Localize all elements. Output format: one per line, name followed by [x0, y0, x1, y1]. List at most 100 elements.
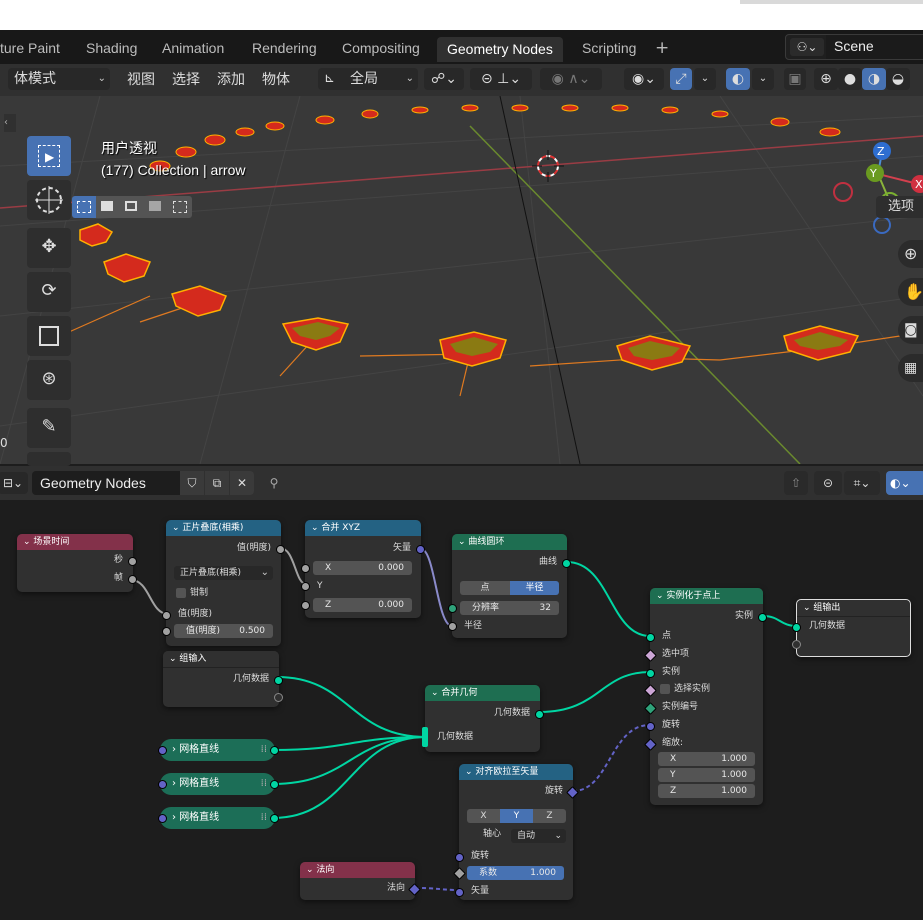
socket-float[interactable] — [128, 557, 137, 566]
socket-empty[interactable] — [274, 693, 283, 702]
toolbar-collapse[interactable]: ‹ — [4, 114, 16, 132]
select-intersect-button[interactable] — [168, 196, 192, 218]
snap-toggle[interactable]: ⊝ ⊥⌄ — [470, 68, 532, 90]
tab-rendering[interactable]: Rendering — [252, 38, 317, 62]
node-align-euler-to-vector[interactable]: ⌄ 对齐欧拉至矢量 旋转 X Y Z 轴心 自动 ⌄ 旋转 系数 1.000 矢量 — [453, 764, 579, 900]
clamp-checkbox[interactable] — [176, 588, 186, 598]
scale-x-field[interactable]: X 1.000 — [658, 752, 755, 766]
axis-z-button[interactable]: Z — [533, 809, 566, 823]
socket-int[interactable] — [448, 604, 457, 613]
tab-texture-paint[interactable]: ture Paint — [0, 38, 60, 62]
node-group-input[interactable]: ⌄ 组输入 几何数据 — [163, 651, 283, 707]
shading-solid[interactable]: ● — [838, 68, 862, 90]
tool-cursor[interactable] — [27, 180, 71, 220]
tab-geometry-nodes[interactable]: Geometry Nodes — [437, 37, 563, 62]
socket-multi-input[interactable] — [422, 727, 428, 747]
select-subtract-button[interactable] — [120, 196, 144, 218]
socket-geometry[interactable] — [274, 676, 283, 685]
pan-hand-icon[interactable]: ✋ — [898, 278, 923, 306]
node-editor-canvas[interactable]: ⌄ 场景时间 秒 帧 ⌄ 正片叠底(相乘) 值(明度) 正片叠底(相乘) ⌄ 钳制… — [0, 500, 923, 920]
camera-icon[interactable]: ◙ — [898, 316, 923, 344]
node-tree-name[interactable]: Geometry Nodes — [32, 471, 180, 495]
node-join-geometry[interactable]: ⌄ 合并几何 几何数据 几何数据 — [422, 685, 544, 752]
socket-float[interactable] — [448, 622, 457, 631]
tool-rotate[interactable]: ⟳ — [27, 272, 71, 312]
close-icon[interactable]: ✕ — [230, 471, 254, 495]
overlay-toggle[interactable]: ◐ — [726, 68, 750, 90]
scene-icon[interactable]: ⚇⌄ — [790, 38, 824, 56]
socket-vector[interactable] — [455, 853, 464, 862]
axis-x-button[interactable]: X — [467, 809, 500, 823]
duplicate-icon[interactable]: ⧉ — [205, 471, 229, 495]
x-field[interactable]: X 0.000 — [313, 561, 412, 575]
socket-vector[interactable] — [158, 814, 167, 823]
socket-vector[interactable] — [646, 722, 655, 731]
socket-geometry[interactable] — [646, 633, 655, 642]
gizmo-toggle[interactable]: ⤢ — [670, 68, 692, 90]
options-button[interactable]: 选项 — [876, 196, 923, 218]
menu-view[interactable]: 视图 — [127, 69, 155, 91]
axis-y-button[interactable]: Y — [500, 809, 533, 823]
mode-dropdown[interactable]: 体模式 ⌄ — [8, 68, 110, 90]
gizmo-dropdown[interactable]: ⌄ — [694, 68, 716, 90]
grid-view-icon[interactable]: ▦ — [898, 354, 923, 382]
menu-object[interactable]: 物体 — [262, 69, 290, 91]
pivot-dropdown[interactable]: 自动 ⌄ — [511, 829, 566, 843]
add-workspace-button[interactable]: + — [655, 38, 669, 58]
socket-float[interactable] — [162, 611, 171, 620]
socket-geometry[interactable] — [270, 814, 279, 823]
editor-type-dropdown[interactable]: ⊟⌄ — [0, 472, 28, 494]
visibility-dropdown[interactable]: ◉⌄ — [624, 68, 664, 90]
operation-dropdown[interactable]: 正片叠底(相乘) ⌄ — [174, 566, 273, 580]
overlay-dropdown[interactable]: ⌄ — [752, 68, 774, 90]
node-instance-on-points[interactable]: ⌄ 实例化于点上 实例 点 选中项 实例 选择实例 实例编号 旋转 缩放: X1… — [644, 588, 767, 805]
node-grid-line-1[interactable]: › 网格直线 ⁞⁞ — [160, 739, 275, 761]
socket-geometry[interactable] — [562, 559, 571, 568]
socket-float[interactable] — [301, 564, 310, 573]
menu-add[interactable]: 添加 — [217, 69, 245, 91]
node-grid-line-2[interactable]: › 网格直线 ⁞⁞ — [160, 773, 275, 795]
socket-float[interactable] — [301, 582, 310, 591]
xray-toggle[interactable]: ▣ — [784, 68, 806, 90]
zoom-icon[interactable]: ⊕ — [898, 240, 923, 268]
shading-material[interactable]: ◑ — [862, 68, 886, 90]
socket-float[interactable] — [276, 545, 285, 554]
tab-scripting[interactable]: Scripting — [582, 38, 636, 62]
overlay-toggle[interactable]: ◐⌄ — [886, 471, 923, 495]
shading-rendered[interactable]: ◒ — [886, 68, 910, 90]
select-extend-button[interactable] — [96, 196, 120, 218]
3d-viewport[interactable]: Z Y X ‹ 0 用户透视 (177) Collection | arrow … — [0, 96, 923, 464]
tool-move[interactable]: ✥ — [27, 228, 71, 268]
z-field[interactable]: Z 0.000 — [313, 598, 412, 612]
tool-annotate[interactable]: ✎ — [27, 408, 71, 448]
value-field[interactable]: 值(明度) 0.500 — [174, 624, 273, 638]
select-invert-button[interactable] — [144, 196, 168, 218]
node-combine-xyz[interactable]: ⌄ 合并 XYZ 矢量 X 0.000 Y Z 0.000 — [301, 520, 425, 618]
pivot-point-dropdown[interactable]: ☍⌄ — [424, 68, 464, 90]
socket-geometry[interactable] — [792, 623, 801, 632]
resolution-field[interactable]: 分辨率 32 — [460, 601, 559, 615]
node-group-output[interactable]: ⌄ 组输出 几何数据 — [792, 599, 911, 657]
factor-field[interactable]: 系数 1.000 — [467, 866, 564, 880]
menu-select[interactable]: 选择 — [172, 69, 200, 91]
tab-compositing[interactable]: Compositing — [342, 38, 420, 62]
mode-points[interactable]: 点 — [460, 581, 510, 595]
transform-orientation-dropdown[interactable]: ⊾ 全局 ⌄ — [318, 68, 418, 90]
shading-wireframe[interactable]: ⊕ — [814, 68, 838, 90]
node-curve-circle[interactable]: ⌄ 曲线圆环 曲线 点 半径 分辨率 32 半径 — [448, 534, 571, 638]
snap-icon[interactable]: ⊝ — [814, 471, 842, 495]
socket-float[interactable] — [301, 601, 310, 610]
socket-geometry[interactable] — [646, 669, 655, 678]
socket-float[interactable] — [128, 575, 137, 584]
socket-vector[interactable] — [416, 545, 425, 554]
socket-geometry[interactable] — [270, 780, 279, 789]
snap-element-dropdown[interactable]: ⌗⌄ — [844, 471, 880, 495]
socket-vector[interactable] — [158, 746, 167, 755]
tool-scale[interactable] — [27, 316, 71, 356]
node-grid-line-3[interactable]: › 网格直线 ⁞⁞ — [160, 807, 275, 829]
tool-select-box[interactable]: ▶ — [27, 136, 71, 176]
socket-float[interactable] — [162, 627, 171, 636]
node-normal[interactable]: ⌄ 法向 法向 — [300, 862, 421, 900]
pin-icon[interactable]: ⚲ — [262, 471, 286, 495]
select-instance-checkbox[interactable] — [660, 684, 670, 694]
